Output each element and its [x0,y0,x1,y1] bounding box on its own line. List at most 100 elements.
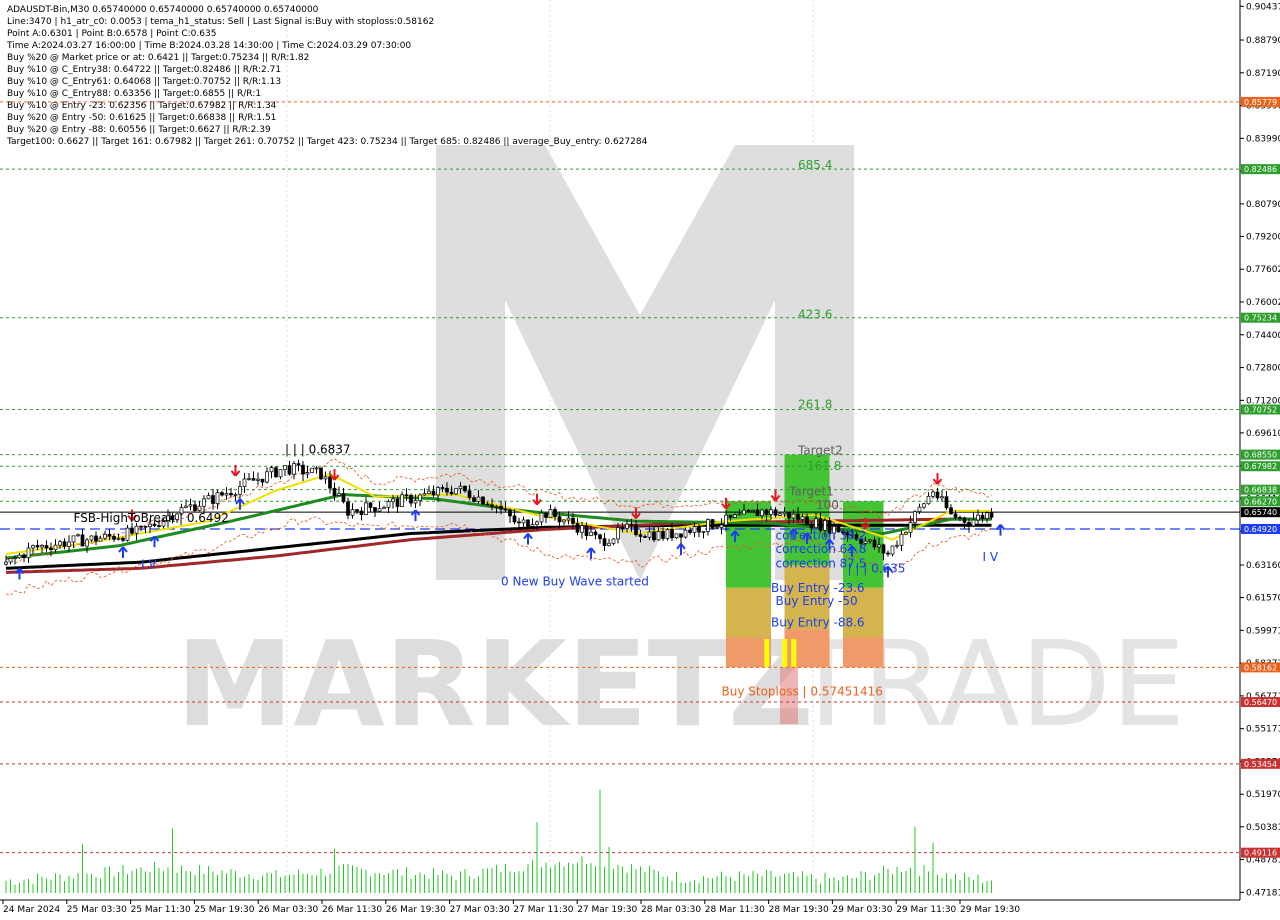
chart-annotation: Target2 [797,444,843,458]
candle-body [229,493,233,496]
candle-body [989,512,994,518]
watermark-brand-text: MARKETZ [176,615,814,753]
candle-body [62,541,67,547]
candle-body [661,531,665,539]
candle-body [224,493,229,496]
candle-body [4,561,8,565]
candle-body [85,539,89,547]
candle-body [926,495,931,505]
candle-body [238,486,242,495]
time-tick-label: 29 Mar 19:30 [960,905,1020,915]
candle-body [301,464,305,475]
candle-body [953,513,958,518]
candle-body [787,511,791,519]
price-tick-label: 0.80790 [1246,200,1280,210]
header-line: Target100: 0.6627 || Target 161: 0.67982… [6,137,648,147]
candle-body [899,533,904,546]
chart-annotation: correction 38.2 [776,529,867,543]
candle-body [355,509,359,512]
candle-body [499,505,503,510]
time-tick-label: 28 Mar 19:30 [769,905,829,915]
time-tick-label: 26 Mar 11:30 [322,905,382,915]
candle-body [278,469,283,478]
candle-body [674,533,679,539]
candle-body [976,514,980,521]
time-tick-label: 26 Mar 19:30 [386,905,446,915]
candle-body [197,505,202,511]
candle-body [323,476,328,480]
candle-body [98,537,103,542]
price-tick-label: 0.74400 [1246,331,1280,341]
candle-body [733,514,737,518]
candle-body [121,537,125,541]
price-tick-label: 0.72800 [1246,364,1280,374]
candle-body [503,508,508,511]
candle-body [611,538,616,544]
candle-body [404,494,409,497]
price-tick-label: 0.59971 [1246,626,1280,636]
price-label-text: 0.66270 [1244,497,1277,506]
price-tick-label: 0.76002 [1246,298,1280,308]
candle-body [508,509,512,517]
candle-body [616,527,620,540]
entry-mark [764,638,770,668]
candle-body [247,478,251,480]
candle-body [742,509,746,515]
candle-body [256,478,260,481]
candle-body [904,532,908,535]
candle-body [220,492,224,496]
candle-body [139,525,143,528]
candle-body [584,525,589,536]
candle-body [202,498,206,507]
candle-body [427,490,431,494]
candle-body [895,544,899,547]
candle-body [751,509,755,512]
candle-body [548,509,553,518]
time-tick-label: 25 Mar 11:30 [131,905,191,915]
chart-annotation: 261.8 [798,398,832,412]
candle-body [274,467,278,478]
header-line: Buy %20 @ Entry -50: 0.61625 || Target:0… [7,113,276,123]
candle-body [314,467,319,470]
header-line: Buy %10 @ C_Entry88: 0.63356 || Target:0… [7,89,261,99]
candle-body [593,531,598,536]
candle-body [184,505,188,508]
time-tick-label: 27 Mar 03:30 [450,905,510,915]
price-tick-label: 0.87190 [1246,69,1280,79]
candle-body [881,544,886,554]
candle-body [89,535,94,541]
candle-body [566,517,571,521]
fib-box-bottom [843,637,884,668]
chart-annotation: Buy Stoploss | 0.57451416 [722,684,883,698]
candle-body [490,504,494,507]
price-chart[interactable]: MARKETZ TRADE 685.4423.6261.8Target2161.… [0,0,1280,920]
candle-body [890,545,895,555]
candle-body [769,509,773,515]
candle-body [454,488,458,495]
candle-body [458,485,463,489]
candle-body [305,472,310,475]
candle-body [463,485,467,492]
candle-body [526,519,530,527]
candle-body [67,541,71,547]
candle-body [940,496,944,499]
time-tick-label: 27 Mar 11:30 [513,905,573,915]
candle-body [652,531,656,541]
candle-body [922,503,926,508]
candle-body [620,527,625,529]
candle-body [764,509,769,515]
header-line: Buy %20 @ Entry -88: 0.60556 || Target:0… [7,125,271,135]
candle-body [737,513,742,516]
time-tick-label: 24 Mar 2024 [3,905,60,915]
price-tick-label: 0.88790 [1246,36,1280,46]
candle-body [706,519,710,532]
candle-body [283,465,287,470]
candle-body [310,467,314,474]
candle-body [944,496,949,509]
candle-body [211,495,215,504]
candle-body [800,516,805,520]
header-line: Buy %10 @ Entry -23: 0.62356 || Target:0… [7,101,277,111]
candle-body [58,541,62,546]
price-label-text: 0.65740 [1244,508,1277,517]
price-label-text: 0.70752 [1244,406,1277,415]
